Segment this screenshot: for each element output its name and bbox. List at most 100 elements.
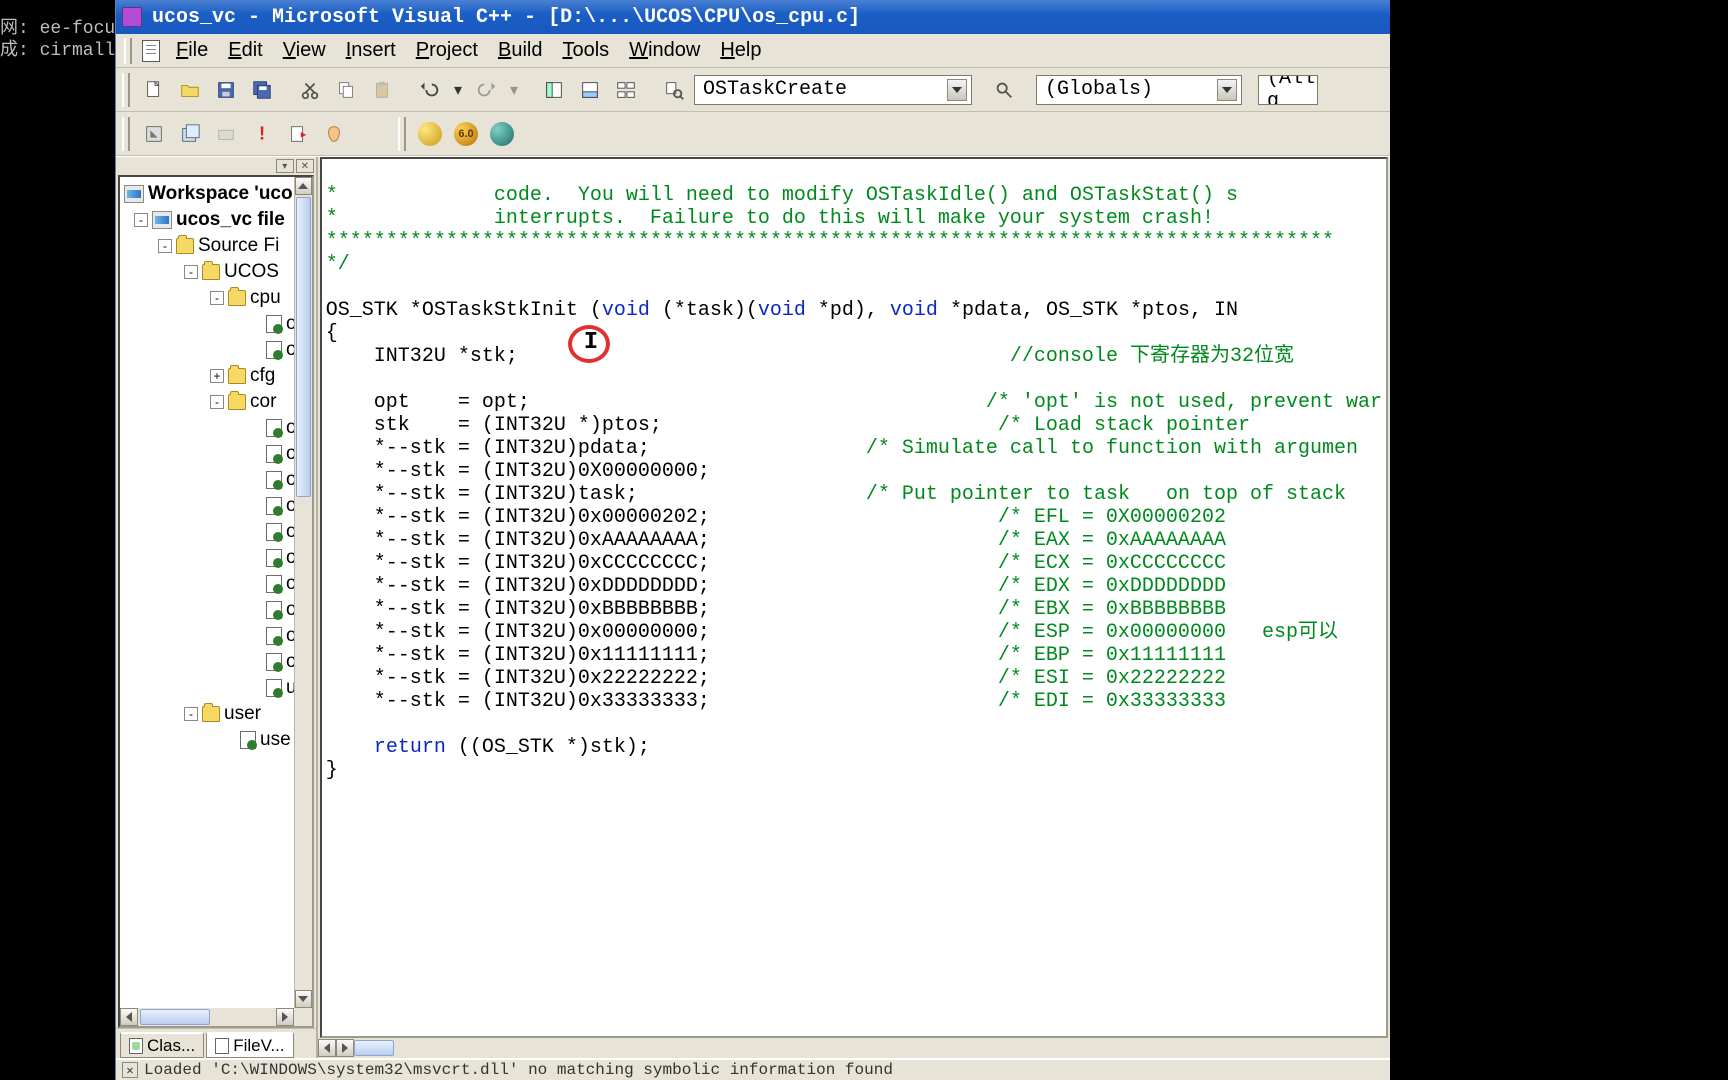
scroll-left-icon[interactable] <box>120 1008 138 1026</box>
folder-icon <box>176 238 194 254</box>
addon-icon-1[interactable] <box>414 118 446 150</box>
chevron-down-icon[interactable] <box>947 79 967 101</box>
tree-collapse-icon[interactable]: - <box>184 265 198 279</box>
members-combo[interactable]: (All g <box>1258 75 1318 105</box>
tree-collapse-icon[interactable]: - <box>184 707 198 721</box>
build-button[interactable] <box>174 118 206 150</box>
workspace-panel: ▾ ✕ Workspace 'uco - ucos_vc file - <box>116 157 318 1058</box>
scroll-thumb[interactable] <box>354 1040 394 1056</box>
tree-user[interactable]: user <box>224 703 261 725</box>
tree-collapse-icon[interactable]: - <box>134 213 148 227</box>
chevron-down-icon[interactable] <box>1217 79 1237 101</box>
tree-collapse-icon[interactable]: - <box>158 239 172 253</box>
save-all-button[interactable] <box>246 74 278 106</box>
scroll-thumb[interactable] <box>140 1009 210 1025</box>
dock-grip[interactable] <box>122 117 130 151</box>
c-file-icon <box>266 341 282 359</box>
cut-button[interactable] <box>294 74 326 106</box>
panel-pin-icon[interactable]: ▾ <box>276 159 294 173</box>
tree-core[interactable]: cor <box>250 391 276 413</box>
tab-classview[interactable]: Clas... <box>120 1032 204 1058</box>
tree-collapse-icon[interactable]: - <box>210 395 224 409</box>
addon-icon-3[interactable] <box>486 118 518 150</box>
open-file-button[interactable] <box>174 74 206 106</box>
dock-grip[interactable] <box>398 117 406 151</box>
folder-icon <box>202 264 220 280</box>
compile-button[interactable] <box>138 118 170 150</box>
dock-grip[interactable] <box>122 73 130 107</box>
vc6-icon <box>122 7 142 27</box>
tree-source[interactable]: Source Fi <box>198 235 279 257</box>
c-file-icon <box>266 497 282 515</box>
c-file-icon <box>266 315 282 333</box>
undo-button[interactable] <box>414 74 446 106</box>
tree-ucos[interactable]: UCOS <box>224 261 279 283</box>
scroll-up-icon[interactable] <box>295 177 312 195</box>
c-file-icon <box>266 419 282 437</box>
menu-tools[interactable]: Tools <box>554 35 617 66</box>
menu-view[interactable]: View <box>275 35 334 66</box>
tab-fileview[interactable]: FileV... <box>206 1032 293 1058</box>
stop-build-button[interactable] <box>210 118 242 150</box>
mru-document-icon[interactable] <box>142 40 160 62</box>
panel-close-icon[interactable]: ✕ <box>296 159 314 173</box>
tree-cpu[interactable]: cpu <box>250 287 281 309</box>
workspace-window-button[interactable] <box>538 74 570 106</box>
redo-button[interactable] <box>470 74 502 106</box>
function-combo[interactable]: OSTaskCreate <box>694 75 972 105</box>
workspace-root[interactable]: Workspace 'uco <box>148 183 293 205</box>
close-icon[interactable]: ✕ <box>122 1062 138 1078</box>
folder-icon <box>228 290 246 306</box>
file-icon <box>215 1038 229 1054</box>
breakpoint-button[interactable] <box>318 118 350 150</box>
scroll-left-icon[interactable] <box>318 1039 336 1057</box>
find-in-files-button[interactable] <box>658 74 690 106</box>
scroll-right-icon[interactable] <box>276 1008 294 1026</box>
status-text: Loaded 'C:\WINDOWS\system32\msvcrt.dll' … <box>144 1061 893 1079</box>
tree-vscroll[interactable] <box>294 177 312 1008</box>
copy-button[interactable] <box>330 74 362 106</box>
menu-file[interactable]: FFileile <box>168 35 216 66</box>
window-list-button[interactable] <box>610 74 642 106</box>
title-bar[interactable]: ucos_vc - Microsoft Visual C++ - [D:\...… <box>116 0 1390 34</box>
tree-hscroll[interactable] <box>120 1008 312 1026</box>
new-file-button[interactable] <box>138 74 170 106</box>
scroll-down-icon[interactable] <box>295 990 312 1008</box>
code-editor[interactable]: * code. You will need to modify OSTaskId… <box>320 157 1388 1038</box>
c-file-icon <box>266 575 282 593</box>
output-bar: ✕ Loaded 'C:\WINDOWS\system32\msvcrt.dll… <box>116 1058 1390 1080</box>
tree-collapse-icon[interactable]: - <box>210 291 224 305</box>
menu-build[interactable]: Build <box>490 35 550 66</box>
tree-expand-icon[interactable]: + <box>210 369 224 383</box>
menu-help[interactable]: Help <box>712 35 769 66</box>
dock-grip[interactable] <box>124 38 132 64</box>
editor-hscroll[interactable] <box>318 1038 1390 1058</box>
save-button[interactable] <box>210 74 242 106</box>
tree-cfg[interactable]: cfg <box>250 365 275 387</box>
scope-combo[interactable]: (Globals) <box>1036 75 1242 105</box>
redo-dropdown[interactable]: ▾ <box>506 74 522 106</box>
scope-combo-value: (Globals) <box>1045 78 1153 101</box>
menu-insert[interactable]: Insert <box>338 35 404 66</box>
menu-project[interactable]: Project <box>408 35 486 66</box>
execute-button[interactable]: ! <box>246 118 278 150</box>
tree-file[interactable]: use <box>260 729 291 751</box>
undo-dropdown[interactable]: ▾ <box>450 74 466 106</box>
tree-project[interactable]: ucos_vc file <box>176 209 285 231</box>
output-window-button[interactable] <box>574 74 606 106</box>
workspace-tree[interactable]: Workspace 'uco - ucos_vc file - Source F… <box>118 175 314 1028</box>
workspace-icon <box>124 185 144 203</box>
standard-toolbar: ▾ ▾ OSTaskCreate (Globals) <box>116 68 1390 112</box>
menu-window[interactable]: Window <box>621 35 708 66</box>
find-button[interactable] <box>988 74 1020 106</box>
menu-edit[interactable]: Edit <box>220 35 270 66</box>
function-combo-value: OSTaskCreate <box>703 78 847 101</box>
scroll-thumb[interactable] <box>296 197 311 497</box>
addon-icon-2[interactable]: 6.0 <box>450 118 482 150</box>
c-file-icon <box>266 471 282 489</box>
workspace-tabs: Clas... FileV... <box>116 1028 316 1058</box>
scroll-right-icon[interactable] <box>336 1039 354 1057</box>
go-button[interactable] <box>282 118 314 150</box>
paste-button[interactable] <box>366 74 398 106</box>
window-title: ucos_vc - Microsoft Visual C++ - [D:\...… <box>152 6 860 29</box>
